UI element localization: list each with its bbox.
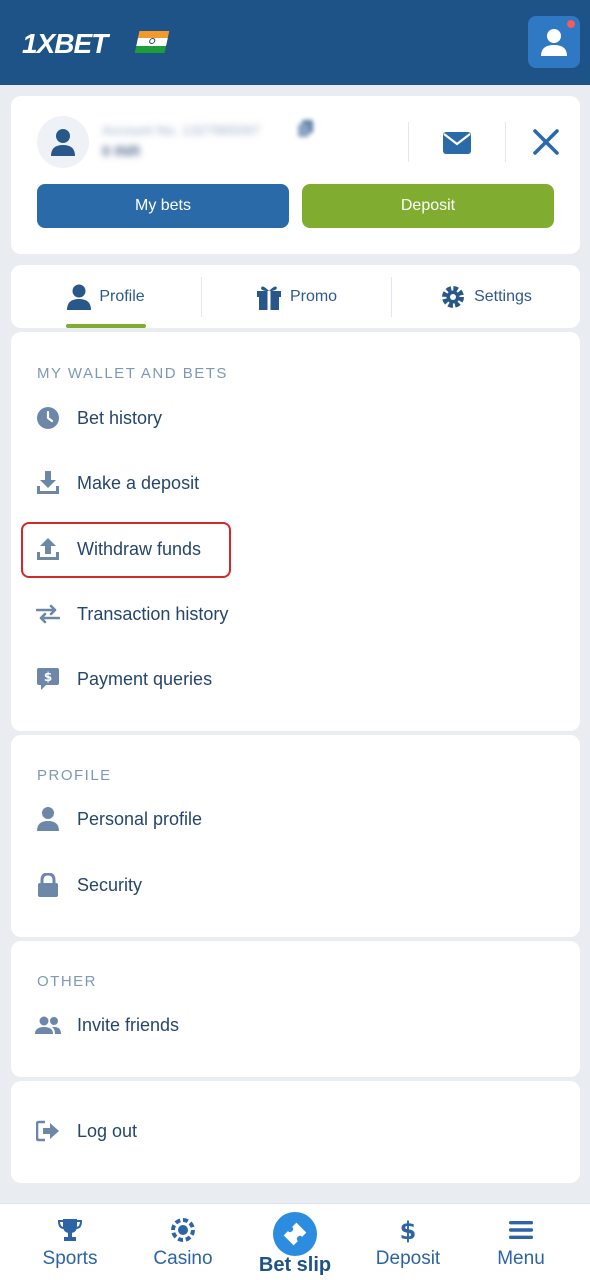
wallet-section: MY WALLET AND BETS Bet history Make a de… [11,332,580,731]
nav-bet-slip[interactable] [273,1212,317,1256]
nav-menu[interactable]: Menu [462,1204,580,1280]
account-number: Account No. 1327965097 [102,122,261,138]
menu-item-log-out[interactable]: Log out [25,1109,545,1153]
menu-item-bet-history[interactable]: Bet history [25,396,545,440]
svg-text:$: $ [44,670,52,684]
menu-item-security[interactable]: Security [25,863,545,907]
tab-promo[interactable]: Promo [202,265,391,328]
account-balance: 0 INR [102,143,141,160]
divider [408,122,409,162]
ticket-icon [283,1222,307,1246]
download-icon [37,471,59,494]
close-icon[interactable] [532,128,560,156]
nav-bet-slip-label[interactable]: Bet slip [236,1254,354,1277]
tab-settings[interactable]: Settings [392,265,580,328]
account-card: Account No. 1327965097 0 INR My bets Dep… [11,96,580,254]
tab-profile[interactable]: Profile [11,265,201,328]
my-bets-button[interactable]: My bets [37,184,289,228]
menu-item-invite-friends[interactable]: Invite friends [25,1003,545,1047]
copy-icon[interactable] [298,120,314,138]
section-title: OTHER [37,973,97,990]
transfer-arrows-icon [36,604,60,624]
gear-icon [442,285,465,308]
section-title: MY WALLET AND BETS [37,365,228,382]
gift-icon [256,286,281,310]
section-title: PROFILE [37,767,112,784]
mail-icon[interactable] [443,132,471,154]
deposit-button[interactable]: Deposit [302,184,554,228]
menu-item-personal-profile[interactable]: Personal profile [25,797,545,841]
user-icon [51,129,75,156]
menu-item-make-deposit[interactable]: Make a deposit [25,461,545,505]
notification-dot [567,20,575,28]
nav-sports[interactable]: Sports [11,1204,129,1280]
nav-deposit[interactable]: $ Deposit [349,1204,467,1280]
app-header: 1XBET [0,0,590,85]
bottom-nav: Sports Casino Bet slip $ Deposit Menu [0,1203,590,1280]
profile-tabs: Profile Promo Settings [11,265,580,328]
trophy-icon [58,1219,82,1241]
highlight-box [21,522,231,578]
nav-casino[interactable]: Casino [124,1204,242,1280]
user-icon [541,29,567,56]
other-section: OTHER Invite friends [11,941,580,1077]
clock-icon [37,407,59,429]
profile-section: PROFILE Personal profile Security [11,735,580,937]
user-icon [67,284,92,310]
casino-chip-icon [171,1218,195,1242]
active-tab-indicator [66,324,146,328]
logout-section: Log out [11,1081,580,1183]
india-flag-icon [134,31,170,53]
menu-item-transaction-history[interactable]: Transaction history [25,592,545,636]
menu-item-payment-queries[interactable]: $ Payment queries [25,657,545,701]
1xbet-logo[interactable]: 1XBET [22,28,108,60]
logout-icon [36,1120,59,1142]
hamburger-icon [509,1221,533,1239]
user-icon [37,807,59,831]
svg-text:$: $ [400,1217,417,1243]
user-account-button[interactable] [528,16,580,68]
lock-icon [38,873,58,897]
divider [505,122,506,162]
dollar-icon: $ [400,1217,417,1243]
friends-icon [35,1016,61,1034]
avatar [37,116,89,168]
payment-chat-icon: $ [37,668,59,690]
